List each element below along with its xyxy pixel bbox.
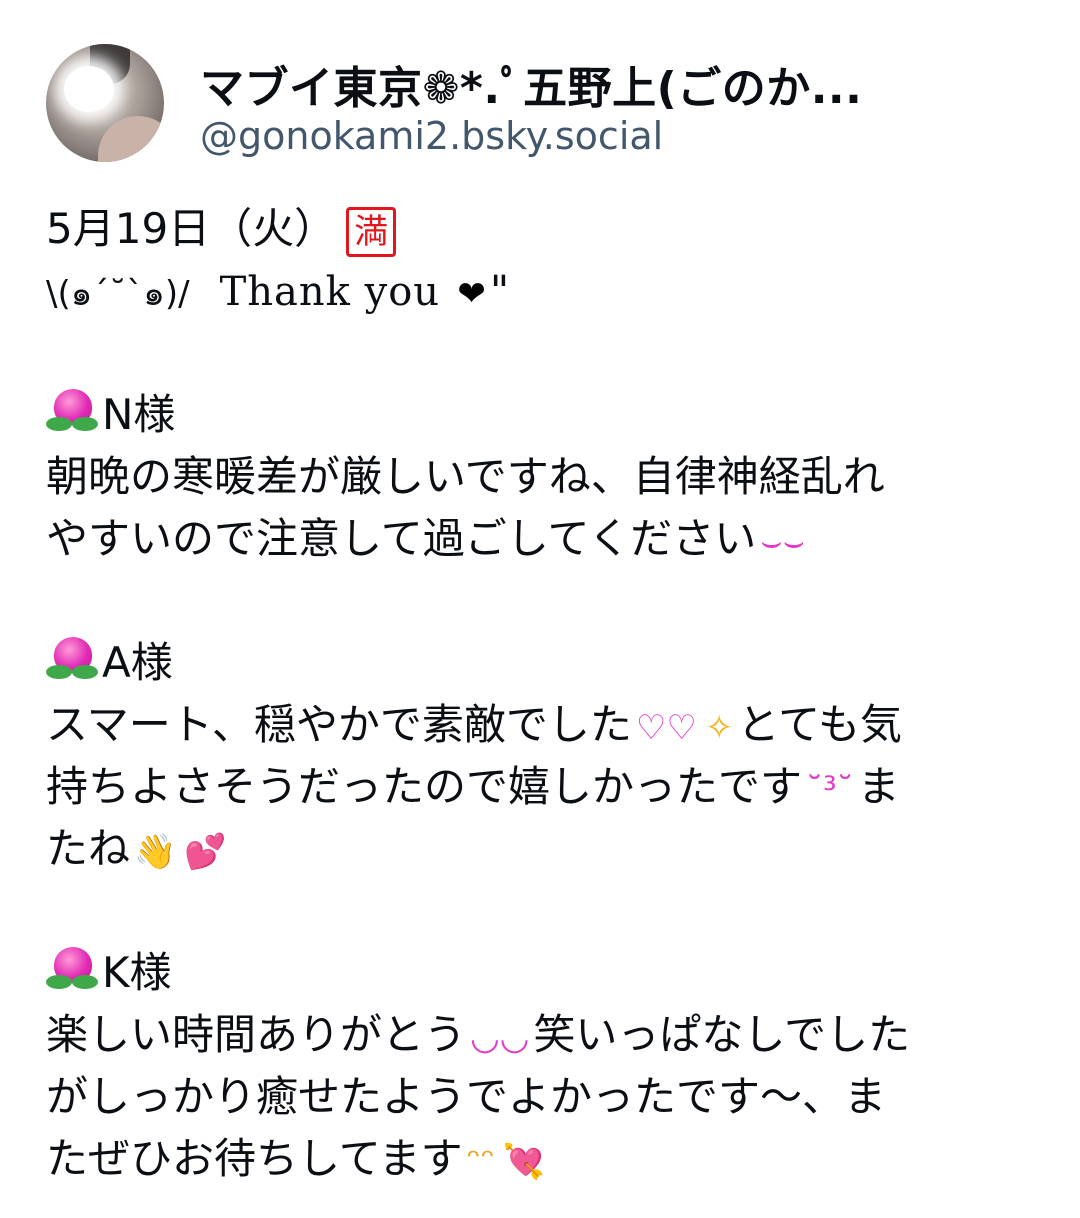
author-handle[interactable]: @gonokami2.bsky.social [200,114,663,158]
section-a-text: スマート、穏やかで素敵でした [46,700,632,749]
peach-icon [46,635,98,683]
section-k-line-3: たぜひお待ちしてます ᵔᵔ 💘 [46,1128,1046,1190]
section-a-heading: A様 [46,632,1046,694]
smile-icon: ⌣⌣ [760,521,805,562]
section-a-line-2: 持ちよさそうだったので嬉しかったです ˘³˘ま [46,756,1046,818]
section-k-heading: K様 [46,942,1046,1004]
sparkles-icon: ✧ [704,707,734,748]
section-a-text: とても気 [737,700,903,749]
kaomoji: \(๑´˘`๑)/ [46,274,190,314]
section-a-line-3: たね 👋 💕 [46,818,1046,880]
section-k-line-2: がしっかり癒せたようでよかったです〜、ま [46,1072,887,1121]
post-body: 5月19日（火）満 \(๑´˘`๑)/ Thank you ❤" N様 朝晩の寒暖… [46,198,1046,1190]
date-line: 5月19日（火）満 [46,198,1046,260]
peach-icon [46,387,98,435]
date-text: 5月19日（火） [46,204,337,253]
thanks-line: \(๑´˘`๑)/ Thank you ❤" [46,260,1046,322]
kiss-icon: ˘³˘ [806,769,854,810]
section-name: A様 [102,638,173,687]
thanks-text: Thank you [219,269,441,315]
section-name: N様 [102,390,176,439]
section-name: K様 [102,948,172,997]
author-display-name[interactable]: マブイ東京❁*.ﾟ五野上(ごのか... [200,52,862,116]
section-k-line-1: 楽しい時間ありがとう ◡◡笑いっぱなしでした [46,1004,1046,1066]
section-n-line-2: やすいので注意して過ごしてください ⌣⌣ [46,508,1046,570]
heart-icon: ❤ [457,273,486,314]
section-a-line-1: スマート、穏やかで素敵でした ♡♡ ✧とても気 [46,694,1046,756]
section-n-text: やすいので注意して過ごしてください [46,514,757,563]
section-k-text: たぜひお待ちしてます [46,1134,463,1183]
section-n-line-1: 朝晩の寒暖差が厳しいですね、自律神経乱れ [46,452,885,501]
avatar[interactable] [46,44,164,162]
section-k-text: 笑いっぱなしでした [533,1010,911,1059]
two-hearts-icon: 💕 [184,831,227,872]
heart-eyes-icon: ♡♡ [635,707,697,748]
grin-icon: ᵔᵔ [466,1141,495,1182]
peach-icon [46,945,98,993]
section-k-text: 楽しい時間ありがとう [46,1010,467,1059]
section-a-text: たね [46,824,131,873]
section-n-heading: N様 [46,384,1046,446]
section-a-text: 持ちよさそうだったので嬉しかったです [46,762,803,811]
section-a-text: ま [857,762,900,811]
quote-mark: " [489,266,510,315]
full-badge-icon: 満 [346,206,397,257]
laughing-icon: ◡◡ [470,1017,530,1058]
heart-arrow-icon: 💘 [502,1141,546,1182]
post-header: マブイ東京❁*.ﾟ五野上(ごのか... @gonokami2.bsky.soci… [46,44,1046,164]
waving-hand-icon: 👋 [134,831,177,872]
